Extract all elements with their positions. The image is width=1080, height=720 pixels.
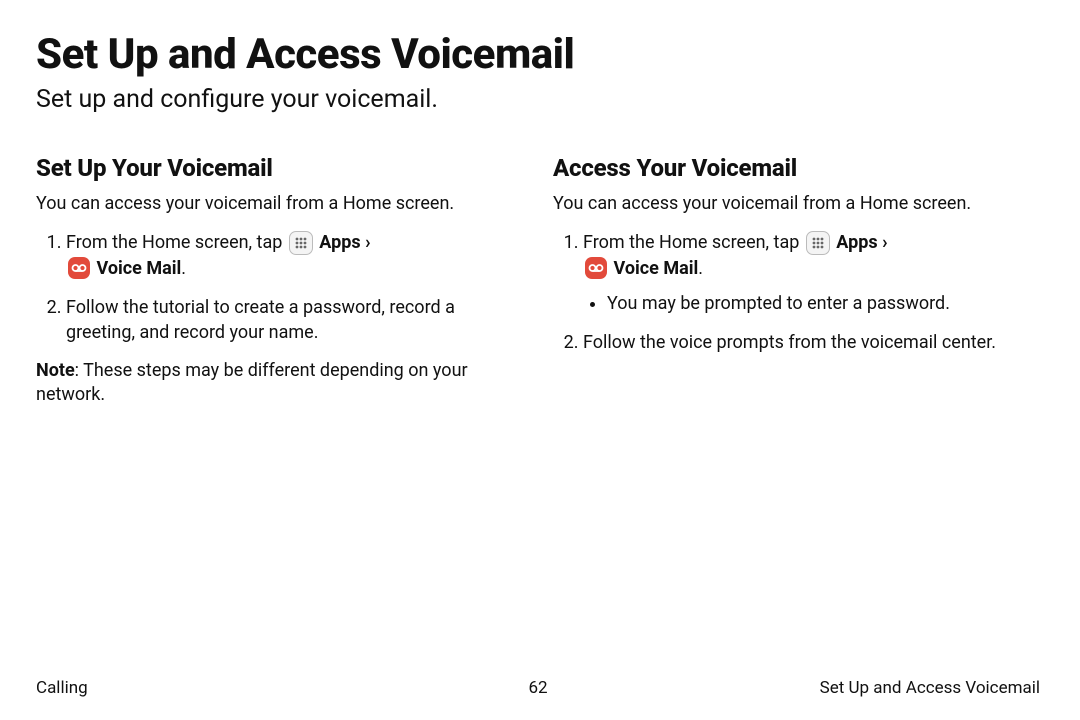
chevron-right-icon: › bbox=[878, 232, 888, 253]
apps-icon bbox=[806, 231, 830, 255]
apps-icon bbox=[289, 231, 313, 255]
step-item: Follow the tutorial to create a password… bbox=[66, 295, 523, 345]
note-text: : These steps may be different depending… bbox=[36, 360, 468, 405]
access-voicemail-section: Access Your Voicemail You can access you… bbox=[553, 154, 1040, 422]
chevron-right-icon: › bbox=[361, 232, 371, 253]
step-item: From the Home screen, tap Apps › bbox=[583, 230, 1040, 316]
footer-topic-name: Set Up and Access Voicemail bbox=[548, 678, 1040, 698]
note-paragraph: Note: These steps may be different depen… bbox=[36, 359, 523, 408]
apps-label: Apps bbox=[319, 232, 360, 253]
voicemail-label: Voice Mail bbox=[613, 258, 698, 279]
period: . bbox=[181, 258, 186, 279]
step-text: From the Home screen, tap bbox=[66, 232, 287, 253]
voicemail-label: Voice Mail bbox=[96, 258, 181, 279]
voicemail-icon bbox=[585, 257, 607, 279]
note-label: Note bbox=[36, 360, 75, 381]
voicemail-icon bbox=[68, 257, 90, 279]
two-column-layout: Set Up Your Voicemail You can access you… bbox=[36, 154, 1040, 422]
sub-bullet-list: You may be prompted to enter a password. bbox=[583, 291, 1040, 316]
step-item: Follow the voice prompts from the voicem… bbox=[583, 330, 1040, 355]
step-item: From the Home screen, tap Apps › bbox=[66, 230, 523, 280]
section-intro: You can access your voicemail from a Hom… bbox=[36, 192, 523, 216]
page-subtitle: Set up and configure your voicemail. bbox=[36, 85, 1040, 114]
sub-bullet-item: You may be prompted to enter a password. bbox=[607, 291, 1040, 316]
apps-label: Apps bbox=[836, 232, 877, 253]
step-text: From the Home screen, tap bbox=[583, 232, 804, 253]
section-heading: Access Your Voicemail bbox=[553, 154, 1040, 182]
section-intro: You can access your voicemail from a Hom… bbox=[553, 192, 1040, 216]
setup-voicemail-section: Set Up Your Voicemail You can access you… bbox=[36, 154, 523, 422]
footer-page-number: 62 bbox=[528, 678, 547, 698]
page-footer: Calling 62 Set Up and Access Voicemail bbox=[0, 678, 1080, 698]
steps-list: From the Home screen, tap Apps › bbox=[36, 230, 523, 345]
section-heading: Set Up Your Voicemail bbox=[36, 154, 523, 182]
period: . bbox=[698, 258, 703, 279]
manual-page: Set Up and Access Voicemail Set up and c… bbox=[0, 0, 1080, 720]
steps-list: From the Home screen, tap Apps › bbox=[553, 230, 1040, 355]
page-title: Set Up and Access Voicemail bbox=[36, 30, 1040, 79]
footer-section-name: Calling bbox=[36, 678, 528, 698]
